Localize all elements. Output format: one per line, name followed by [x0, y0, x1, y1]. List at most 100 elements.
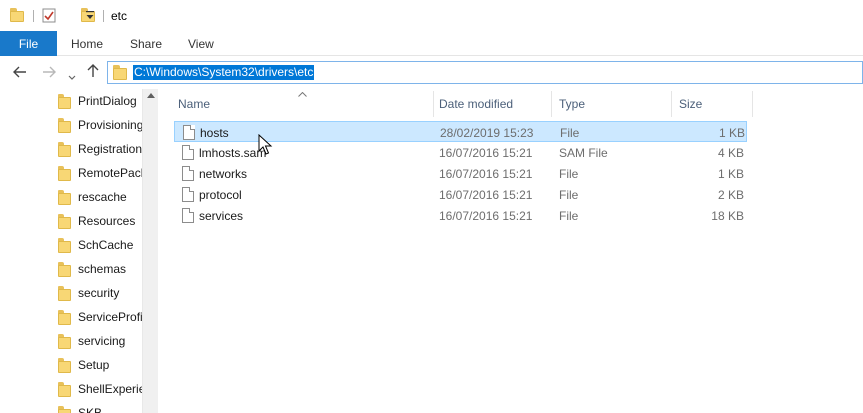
file-name: protocol [199, 187, 242, 202]
customize-dropdown-icon[interactable] [86, 11, 94, 21]
file-name: services [199, 208, 244, 223]
sidebar-item[interactable]: Setup [58, 353, 142, 377]
tab-view[interactable]: View [188, 31, 214, 56]
sort-ascending-icon [298, 89, 307, 99]
address-path[interactable]: C:\Windows\System32\drivers\etc [133, 65, 315, 80]
file-size: 1 KB [717, 166, 744, 181]
folder-icon [10, 8, 24, 22]
sidebar-item[interactable]: PrintDialog [58, 89, 142, 113]
tab-file[interactable]: File [0, 31, 57, 56]
file-icon [182, 166, 194, 181]
sidebar-item[interactable]: schemas [58, 257, 142, 281]
file-date-modified: 28/02/2019 15:23 [440, 125, 534, 140]
nav-scrollbar[interactable] [142, 89, 158, 413]
tab-share[interactable]: Share [130, 31, 162, 56]
sidebar-item[interactable]: security [58, 281, 142, 305]
column-divider[interactable] [671, 91, 672, 117]
file-icon [182, 145, 194, 160]
file-icon [183, 125, 195, 140]
sidebar-item-label: SKB [78, 406, 103, 413]
file-date-modified: 16/07/2016 15:21 [439, 187, 533, 202]
sidebar-item[interactable]: servicing [58, 329, 142, 353]
sidebar-item-label: RemotePackages [78, 166, 142, 180]
file-type: File [560, 125, 580, 140]
folder-icon [58, 213, 71, 229]
folder-icon [58, 285, 71, 301]
sidebar-item-label: Setup [78, 358, 110, 372]
sidebar-item-label: Provisioning [78, 118, 142, 132]
file-type: SAM File [559, 145, 608, 160]
sidebar-item-label: Registration [78, 142, 142, 156]
file-name: networks [199, 166, 248, 181]
folder-icon [58, 357, 71, 373]
navigation-bar: C:\Windows\System32\drivers\etc [0, 56, 863, 89]
sidebar-item[interactable]: ShellExperiences [58, 377, 142, 401]
title-separator [103, 10, 104, 22]
sidebar-item-label: PrintDialog [78, 94, 137, 108]
quick-access-separator [33, 10, 34, 22]
column-header-size[interactable]: Size [679, 91, 702, 117]
folder-icon [58, 189, 71, 205]
file-type: File [559, 208, 579, 223]
recent-chevron-icon[interactable] [68, 68, 76, 85]
sidebar-item[interactable]: RemotePackages [58, 161, 142, 185]
sidebar-item[interactable]: Resources [58, 209, 142, 233]
sidebar-item[interactable]: Provisioning [58, 113, 142, 137]
file-date-modified: 16/07/2016 15:21 [439, 145, 533, 160]
file-row[interactable]: protocol 16/07/2016 15:21 File 2 KB [174, 184, 747, 205]
sidebar-item-label: rescache [78, 190, 127, 204]
file-date-modified: 16/07/2016 15:21 [439, 166, 533, 181]
sidebar-item[interactable]: Registration [58, 137, 142, 161]
back-arrow-icon[interactable] [13, 65, 27, 82]
file-icon [182, 187, 194, 202]
sidebar-item-label: schemas [78, 262, 127, 276]
file-size: 4 KB [717, 145, 744, 160]
sidebar-item[interactable]: SKB [58, 401, 142, 413]
scroll-up-icon[interactable] [147, 93, 155, 98]
window-title: etc [111, 9, 128, 23]
folder-icon [58, 405, 71, 413]
file-icon [182, 208, 194, 223]
folder-icon [58, 93, 71, 109]
sidebar-item-label: ShellExperiences [78, 382, 142, 396]
folder-icon [58, 333, 71, 349]
sidebar-item[interactable]: rescache [58, 185, 142, 209]
folder-icon [58, 117, 71, 133]
title-bar: etc [0, 0, 863, 31]
file-type: File [559, 166, 579, 181]
folder-icon [113, 65, 127, 80]
mouse-cursor-icon [258, 134, 273, 155]
sidebar-item-label: security [78, 286, 120, 300]
file-name: hosts [200, 125, 229, 140]
sidebar-item[interactable]: SchCache [58, 233, 142, 257]
sidebar-item-label: SchCache [78, 238, 134, 252]
file-size: 18 KB [711, 208, 744, 223]
file-date-modified: 16/07/2016 15:21 [439, 208, 533, 223]
column-header-type[interactable]: Type [559, 91, 585, 117]
forward-arrow-icon[interactable] [42, 65, 56, 82]
sidebar-item-label: Resources [78, 214, 136, 228]
folder-icon [58, 381, 71, 397]
folder-icon [58, 141, 71, 157]
up-arrow-icon[interactable] [87, 64, 99, 82]
tab-home[interactable]: Home [71, 31, 103, 56]
column-header-date[interactable]: Date modified [439, 91, 513, 117]
column-divider[interactable] [551, 91, 552, 117]
ribbon-tabs: File Home Share View [0, 31, 863, 56]
address-bar[interactable]: C:\Windows\System32\drivers\etc [107, 61, 863, 84]
file-type: File [559, 187, 579, 202]
navigation-pane: PrintDialog Provisioning Registration Remot… [0, 89, 158, 413]
column-divider[interactable] [752, 91, 753, 117]
file-row[interactable]: networks 16/07/2016 15:21 File 1 KB [174, 163, 747, 184]
file-name: lmhosts.sam [199, 145, 267, 160]
column-divider[interactable] [433, 91, 434, 117]
sidebar-item[interactable]: ServiceProfiles [58, 305, 142, 329]
file-row[interactable]: services 16/07/2016 15:21 File 18 KB [174, 205, 747, 226]
column-header-name[interactable]: Name [178, 91, 210, 117]
folder-icon [58, 237, 71, 253]
file-size: 2 KB [717, 187, 744, 202]
folder-icon [58, 309, 71, 325]
folder-icon [58, 261, 71, 277]
properties-check-icon[interactable] [42, 8, 56, 23]
sidebar-item-label: servicing [78, 334, 126, 348]
